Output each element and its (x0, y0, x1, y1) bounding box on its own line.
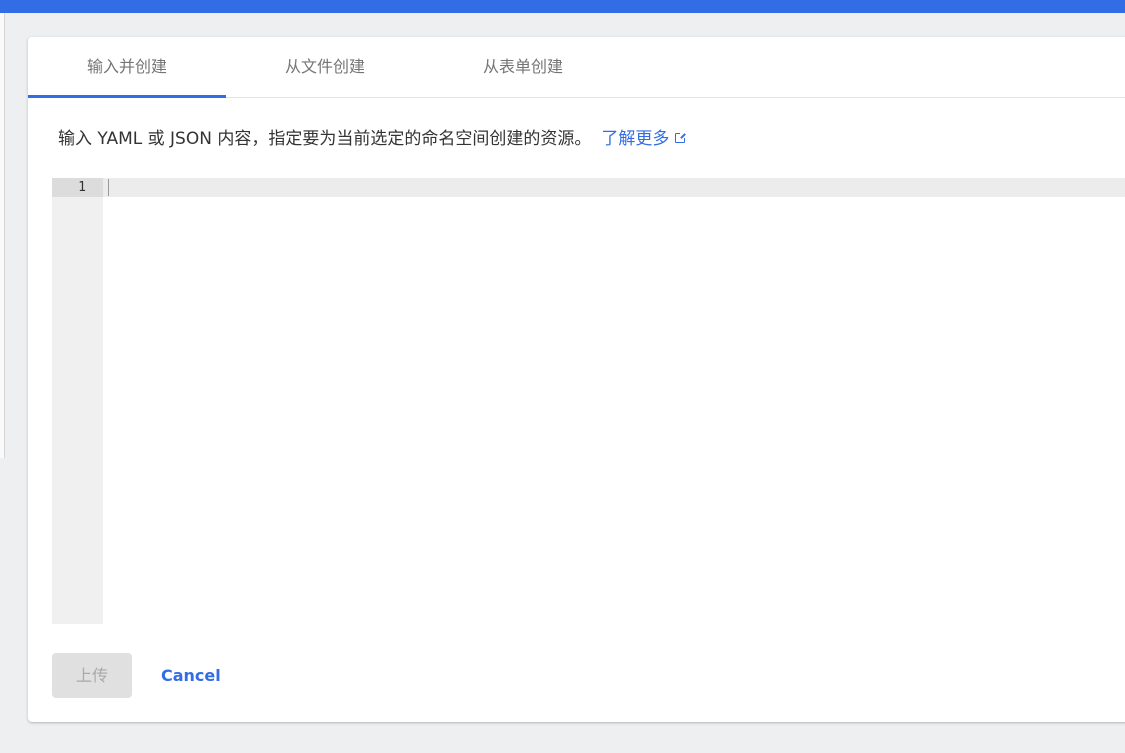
upload-button[interactable]: 上传 (52, 653, 132, 698)
tab-create-from-file[interactable]: 从文件创建 (226, 37, 424, 97)
active-tab-indicator (28, 95, 226, 98)
instructions-text: 输入 YAML 或 JSON 内容，指定要为当前选定的命名空间创建的资源。 了解更… (58, 124, 687, 149)
yaml-json-editor[interactable]: 1 (52, 178, 1125, 624)
editor-gutter: 1 (52, 178, 103, 624)
create-mode-tabs: 输入并创建 从文件创建 从表单创建 (28, 37, 1125, 98)
tab-create-from-form[interactable]: 从表单创建 (424, 37, 622, 97)
line-number: 1 (52, 178, 103, 197)
tab-create-from-input[interactable]: 输入并创建 (28, 37, 226, 98)
tab-label: 从文件创建 (284, 57, 365, 76)
top-app-bar (0, 0, 1125, 13)
text-cursor (108, 179, 109, 196)
tab-label: 从表单创建 (482, 57, 563, 76)
active-line-highlight (103, 178, 1125, 197)
instructions-label: 输入 YAML 或 JSON 内容，指定要为当前选定的命名空间创建的资源。 (58, 129, 592, 149)
tab-label: 输入并创建 (86, 57, 167, 76)
learn-more-label: 了解更多 (601, 129, 670, 149)
side-nav-edge (0, 13, 5, 458)
open-in-new-icon (675, 132, 687, 143)
learn-more-link[interactable]: 了解更多 (601, 129, 687, 149)
cancel-button[interactable]: Cancel (150, 653, 232, 698)
create-resource-card: 输入并创建 从文件创建 从表单创建 输入 YAML 或 JSON 内容，指定要为… (28, 37, 1125, 722)
